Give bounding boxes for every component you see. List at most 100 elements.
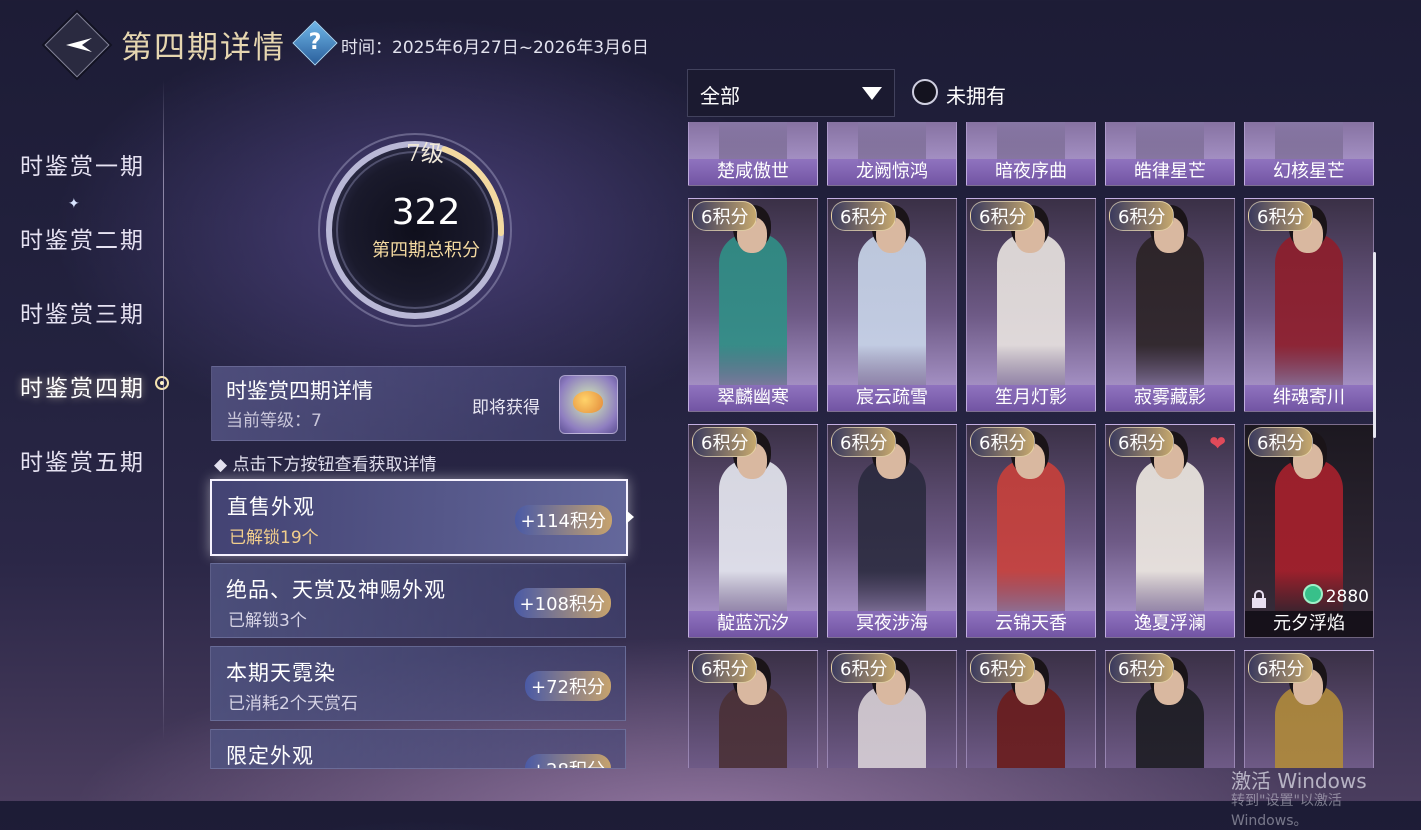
not-owned-radio[interactable] xyxy=(912,79,938,105)
outfit-name: 逸夏浮澜 xyxy=(1106,611,1234,637)
outfit-card[interactable]: 幻核星芒 xyxy=(1244,122,1374,186)
outfit-card[interactable]: 6积分 xyxy=(1105,650,1235,768)
category-limited[interactable]: 限定外观 +28积分 xyxy=(210,729,626,769)
period-time: 时间：2025年6月27日~2026年3月6日 xyxy=(341,38,649,58)
page-title: 第四期详情 xyxy=(121,30,286,66)
outfit-card[interactable]: 6积分宸云疏雪 xyxy=(827,198,957,412)
hint-text: ◆ 点击下方按钮查看获取详情 xyxy=(214,455,437,475)
points-badge: 6积分 xyxy=(831,653,897,683)
dropdown-value: 全部 xyxy=(700,84,740,108)
level-label: 7级 xyxy=(406,141,444,167)
price-value: 2880 xyxy=(1325,587,1369,607)
outfit-name: 暗夜序曲 xyxy=(967,159,1095,185)
character-figure xyxy=(858,459,926,619)
total-score-label: 第四期总积分 xyxy=(372,240,480,261)
character-figure xyxy=(719,233,787,393)
category-title: 限定外观 xyxy=(226,744,314,768)
character-figure xyxy=(858,233,926,393)
chevron-down-icon xyxy=(862,87,882,100)
points-badge: 6积分 xyxy=(1248,653,1314,683)
points-badge: 6积分 xyxy=(970,653,1036,683)
nav-item-period-2[interactable]: 时鉴赏二期 xyxy=(20,221,145,255)
category-points: +28积分 xyxy=(525,754,611,768)
back-arrow-icon xyxy=(66,38,92,52)
outfit-card[interactable]: 6积分 绯魂寄川 xyxy=(1244,198,1374,412)
category-sub: 已解锁19个 xyxy=(229,528,319,548)
character-figure xyxy=(1136,233,1204,393)
outfit-grid: 楚咸傲世 龙阙惊鸿 暗夜序曲 皓律星芒 幻核星芒 6积分 翠麟幽寒 6积分 宸云疏雪 6积分 笙月灯… xyxy=(686,122,1376,768)
lock-icon xyxy=(1249,589,1269,609)
category-direct-sale[interactable]: 直售外观 已解锁19个 +114积分 xyxy=(210,479,628,556)
outfit-card[interactable]: 6积分翠麟幽寒 xyxy=(688,198,818,412)
outfit-card[interactable]: 楚咸傲世 xyxy=(688,122,818,186)
outfit-card[interactable]: 龙阙惊鸿 xyxy=(827,122,957,186)
outfit-name: 楚咸傲世 xyxy=(689,159,817,185)
outfit-card[interactable]: 6积分 ❤ 逸夏浮澜 xyxy=(1105,424,1235,638)
windows-watermark-sub: 转到"设置"以激活 Windows。 xyxy=(1231,793,1342,829)
outfit-card[interactable]: 6积分 2880 元夕浮焰 xyxy=(1244,424,1374,638)
price-tag: 2880 xyxy=(1302,584,1369,607)
grid-scrollbar[interactable] xyxy=(1373,252,1376,438)
outfit-name: 绯魂寄川 xyxy=(1245,385,1373,411)
outfit-card[interactable]: 6积分云锦天香 xyxy=(966,424,1096,638)
character-figure xyxy=(997,459,1065,619)
outfit-card[interactable]: 暗夜序曲 xyxy=(966,122,1096,186)
category-sub: 已消耗2个天赏石 xyxy=(228,694,358,714)
points-badge: 6积分 xyxy=(831,201,897,231)
outfit-name: 皓律星芒 xyxy=(1106,159,1234,185)
nav-item-period-5[interactable]: 时鉴赏五期 xyxy=(20,443,145,477)
outfit-name: 笙月灯影 xyxy=(967,385,1095,411)
outfit-card[interactable]: 6积分 xyxy=(1244,650,1374,768)
nav-item-period-3[interactable]: 时鉴赏三期 xyxy=(20,295,145,329)
category-sub: 已解锁3个 xyxy=(228,611,307,631)
outfit-card[interactable]: 6积分 xyxy=(966,650,1096,768)
outfit-name: 翠麟幽寒 xyxy=(689,385,817,411)
points-badge: 6积分 xyxy=(1109,427,1175,457)
heart-icon: ❤ xyxy=(1209,431,1226,455)
selected-arrow-icon xyxy=(626,510,634,524)
not-owned-label: 未拥有 xyxy=(946,84,1006,108)
outfit-card[interactable]: 6积分冥夜涉海 xyxy=(827,424,957,638)
category-title: 绝品、天赏及神赐外观 xyxy=(226,578,446,602)
category-premium[interactable]: 绝品、天赏及神赐外观 已解锁3个 +108积分 xyxy=(210,563,626,638)
category-dye[interactable]: 本期天霓染 已消耗2个天赏石 +72积分 xyxy=(210,646,626,721)
outfit-name: 龙阙惊鸿 xyxy=(828,159,956,185)
outfit-card[interactable]: 皓律星芒 xyxy=(1105,122,1235,186)
outfit-card[interactable]: 6积分笙月灯影 xyxy=(966,198,1096,412)
soon-label: 即将获得 xyxy=(472,398,540,418)
category-points: +72积分 xyxy=(525,671,611,701)
outfit-card[interactable]: 6积分寂雾藏影 xyxy=(1105,198,1235,412)
category-title: 直售外观 xyxy=(227,495,315,519)
outfit-name: 寂雾藏影 xyxy=(1106,385,1234,411)
character-figure xyxy=(997,233,1065,393)
nav-divider xyxy=(163,80,164,740)
nav-item-period-1[interactable]: 时鉴赏一期 xyxy=(20,147,145,181)
character-figure xyxy=(719,459,787,619)
points-badge: 6积分 xyxy=(970,427,1036,457)
points-badge: 6积分 xyxy=(831,427,897,457)
total-score: 322 xyxy=(391,192,461,233)
category-title: 本期天霓染 xyxy=(226,661,336,685)
character-figure xyxy=(1275,233,1343,393)
fruit-icon xyxy=(573,391,603,413)
outfit-card[interactable]: 6积分 xyxy=(688,650,818,768)
points-badge: 6积分 xyxy=(692,201,758,231)
points-badge: 6积分 xyxy=(1109,201,1175,231)
category-points: +108积分 xyxy=(513,588,611,618)
outfit-name: 冥夜涉海 xyxy=(828,611,956,637)
outfit-name: 宸云疏雪 xyxy=(828,385,956,411)
outfit-card[interactable]: 6积分 靛蓝沉汐 xyxy=(688,424,818,638)
points-badge: 6积分 xyxy=(692,653,758,683)
filter-dropdown[interactable]: 全部 xyxy=(687,69,895,117)
jade-currency-icon xyxy=(1302,584,1323,604)
points-badge: 6积分 xyxy=(970,201,1036,231)
active-marker-icon xyxy=(155,376,169,390)
outfit-name: 元夕浮焰 xyxy=(1245,611,1373,637)
current-level: 当前等级：7 xyxy=(226,411,322,431)
outfit-card[interactable]: 6积分 xyxy=(827,650,957,768)
outfit-name: 云锦天香 xyxy=(967,611,1095,637)
points-badge: 6积分 xyxy=(692,427,758,457)
points-badge: 6积分 xyxy=(1109,653,1175,683)
points-badge: 6积分 xyxy=(1248,427,1314,457)
nav-item-period-4[interactable]: 时鉴赏四期 xyxy=(20,369,145,403)
